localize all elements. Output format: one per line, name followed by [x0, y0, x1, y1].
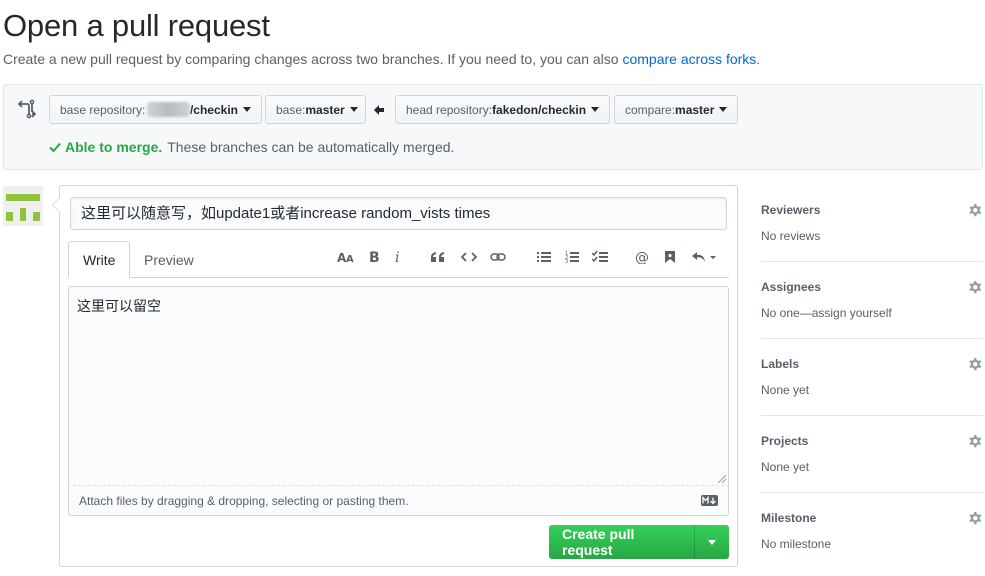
- tab-divider: [127, 277, 729, 278]
- mention-icon[interactable]: @: [632, 247, 652, 267]
- page-title: Open a pull request: [3, 8, 270, 43]
- task-list-icon[interactable]: [590, 247, 610, 267]
- reviewers-label: Reviewers: [761, 203, 821, 217]
- attach-files-text: Attach files by dragging & dropping, sel…: [79, 493, 409, 508]
- head-repository-value: fakedon/checkin: [492, 102, 587, 117]
- create-pull-request-options-button[interactable]: [695, 525, 729, 559]
- chevron-down-icon: [243, 107, 251, 112]
- avatar[interactable]: [3, 186, 43, 226]
- sidebar-labels: Labels None yet: [761, 339, 983, 416]
- sidebar-assignees: Assignees No one—assign yourself: [761, 262, 983, 339]
- ordered-list-icon[interactable]: 123: [562, 247, 582, 267]
- labels-value: None yet: [761, 383, 810, 397]
- merge-status-ok: Able to merge.: [65, 139, 163, 155]
- gear-icon[interactable]: [967, 356, 983, 372]
- head-repository-prefix: head repository:: [406, 102, 493, 117]
- compare-range-box: base repository: /checkin base: master h…: [3, 84, 983, 170]
- labels-label: Labels: [761, 357, 800, 371]
- attach-files-bar[interactable]: Attach files by dragging & dropping, sel…: [68, 486, 729, 516]
- merge-status-text: These branches can be automatically merg…: [167, 139, 455, 155]
- page-subtitle: Create a new pull request by comparing c…: [3, 51, 760, 67]
- bold-icon[interactable]: B: [364, 247, 384, 267]
- base-repository-select[interactable]: base repository: /checkin: [49, 95, 262, 124]
- gear-icon[interactable]: [967, 279, 983, 295]
- milestone-label: Milestone: [761, 511, 817, 525]
- svg-text:@: @: [635, 250, 649, 264]
- arrow-left-icon: [374, 105, 384, 115]
- pull-request-body-textarea[interactable]: 这里可以留空: [68, 286, 729, 486]
- head-repository-select[interactable]: head repository: fakedon/checkin: [395, 95, 610, 124]
- chevron-down-icon: [349, 107, 358, 112]
- saved-reply-icon[interactable]: [660, 247, 680, 267]
- base-branch-value: master: [305, 102, 345, 117]
- create-pull-request-button[interactable]: Create pull request: [549, 525, 695, 559]
- chevron-down-icon: [591, 107, 600, 112]
- tab-write[interactable]: Write: [68, 241, 131, 278]
- assignees-value[interactable]: No one—assign yourself: [761, 306, 892, 320]
- svg-text:B: B: [369, 250, 380, 264]
- markdown-icon[interactable]: [701, 495, 718, 506]
- svg-text:3: 3: [565, 259, 568, 264]
- gear-icon[interactable]: [967, 510, 983, 526]
- compare-icon: [18, 99, 36, 119]
- subtitle-end: .: [756, 51, 761, 67]
- compare-branch-value: master: [675, 102, 715, 117]
- assignees-label: Assignees: [761, 280, 822, 294]
- gear-icon[interactable]: [967, 433, 983, 449]
- subtitle-text: Create a new pull request by comparing c…: [3, 51, 623, 67]
- redacted-owner: [147, 102, 190, 117]
- create-pull-request-button-group: Create pull request: [549, 525, 729, 559]
- quote-icon[interactable]: [428, 247, 448, 267]
- gear-icon[interactable]: [967, 202, 983, 218]
- header-icon[interactable]: AA: [336, 247, 356, 267]
- pull-request-form: 这里可以随意写，如update1或者increase random_vists …: [52, 185, 738, 567]
- pull-request-body-value: 这里可以留空: [77, 298, 161, 314]
- base-branch-select[interactable]: base: master: [265, 95, 366, 124]
- link-icon[interactable]: [488, 247, 508, 267]
- chevron-down-icon: [719, 107, 728, 112]
- compare-branch-select[interactable]: compare: master: [614, 95, 738, 124]
- resize-grip-icon[interactable]: [718, 475, 726, 483]
- italic-icon[interactable]: i: [388, 247, 408, 267]
- base-branch-prefix: base:: [276, 102, 306, 117]
- sidebar-reviewers: Reviewers No reviews: [761, 185, 983, 262]
- milestone-value: No milestone: [761, 537, 832, 551]
- svg-text:i: i: [395, 250, 399, 264]
- pull-request-title-input[interactable]: 这里可以随意写，如update1或者increase random_vists …: [70, 197, 727, 230]
- reply-icon[interactable]: [690, 247, 720, 267]
- code-icon[interactable]: [459, 247, 479, 267]
- sidebar-projects: Projects None yet: [761, 416, 983, 493]
- projects-value: None yet: [761, 460, 810, 474]
- sidebar-milestone: Milestone No milestone: [761, 493, 983, 570]
- compare-branch-prefix: compare:: [625, 102, 676, 117]
- projects-label: Projects: [761, 434, 809, 448]
- chevron-down-icon: [708, 539, 716, 545]
- unordered-list-icon[interactable]: [534, 247, 554, 267]
- compare-across-forks-link[interactable]: compare across forks: [622, 51, 756, 67]
- reviewers-value: No reviews: [761, 229, 821, 243]
- merge-status: Able to merge. These branches can be aut…: [49, 139, 454, 155]
- base-repository-prefix: base repository:: [60, 102, 146, 117]
- svg-text:A: A: [346, 254, 354, 263]
- tab-preview[interactable]: Preview: [130, 241, 208, 278]
- check-icon: [49, 142, 61, 153]
- identicon: [6, 194, 40, 221]
- base-repository-value: /checkin: [189, 102, 238, 117]
